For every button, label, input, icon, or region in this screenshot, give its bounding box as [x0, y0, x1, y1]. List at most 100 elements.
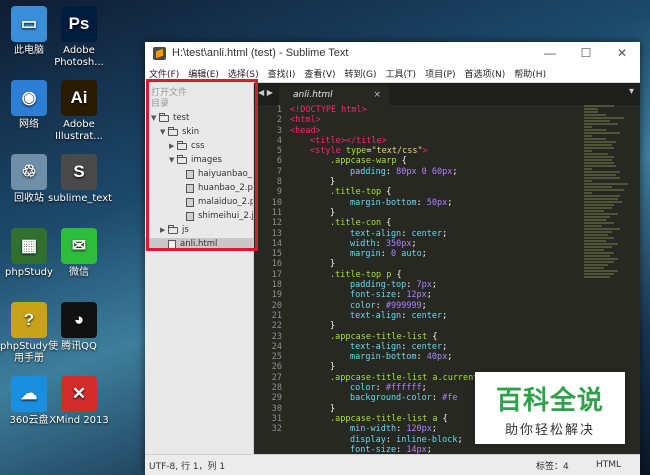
code-token: :	[401, 310, 412, 321]
code-token: :	[406, 280, 417, 291]
status-tab-size[interactable]: 标签：4	[536, 459, 596, 472]
code-token: :	[385, 434, 397, 445]
sidebar-file[interactable]: anli.html	[145, 238, 253, 250]
minimap-line	[584, 255, 610, 257]
folder-icon	[159, 112, 169, 122]
chevron-down-icon[interactable]: ▼	[169, 154, 177, 166]
sidebar-folder[interactable]: ▼ skin	[145, 126, 199, 138]
desktop-icon[interactable]: Ps Adobe Photosh...	[48, 6, 110, 69]
folder-icon	[168, 126, 178, 136]
tree-item-label: haiyuanbao_	[198, 169, 253, 179]
sidebar-folder[interactable]: ▶ css	[145, 140, 205, 152]
chevron-right-icon[interactable]: ▶	[169, 140, 177, 152]
title-bar[interactable]: H:\test\anli.html (test) - Sublime Text …	[145, 42, 640, 64]
app-icon: ?	[11, 302, 47, 338]
menu-item[interactable]: 转到(G)	[345, 67, 377, 80]
desktop-icon[interactable]: ✕ XMind 2013	[48, 376, 110, 427]
line-number: 6	[276, 156, 282, 167]
minimap-line	[584, 240, 606, 242]
minimap-line	[584, 165, 616, 167]
minimap-line	[584, 243, 618, 245]
menu-item[interactable]: 查找(I)	[268, 67, 296, 80]
app-icon: ♲	[11, 154, 47, 190]
menu-item[interactable]: 文件(F)	[149, 67, 179, 80]
minimap-line	[584, 276, 610, 278]
code-token: }	[330, 259, 336, 270]
desktop-icon[interactable]: Ai Adobe Illustrat...	[48, 80, 110, 143]
code-token: #999999	[385, 300, 422, 311]
code-token: ;	[431, 424, 438, 435]
sidebar-folder[interactable]: ▶ js	[145, 224, 189, 236]
code-line: <!DOCTYPE html>	[290, 105, 580, 115]
watermark-subtitle: 助你轻松解决	[504, 423, 595, 438]
maximize-button[interactable]: ☐	[568, 46, 604, 60]
code-token: 350px	[385, 238, 412, 249]
menu-item[interactable]: 项目(P)	[425, 67, 455, 80]
app-icon: ◕	[61, 302, 97, 338]
minimap-line	[584, 252, 614, 254]
menu-item[interactable]: 查看(V)	[304, 67, 335, 80]
menu-item[interactable]: 编辑(E)	[188, 67, 219, 80]
code-token: padding	[350, 166, 386, 177]
chevron-down-icon[interactable]: ▼	[151, 112, 159, 124]
code-token: 120px	[406, 424, 432, 435]
tab-close-icon[interactable]: ×	[373, 85, 381, 105]
tree-item-label: skin	[182, 127, 200, 137]
line-number: 4	[276, 135, 282, 146]
sidebar-file[interactable]: haiyuanbao_	[145, 168, 252, 180]
code-token: {	[396, 156, 407, 167]
desktop-icon[interactable]: ◕ 腾讯QQ	[48, 302, 110, 353]
minimap-line	[584, 147, 614, 149]
line-number: 15	[271, 249, 282, 260]
code-token: #fe	[442, 393, 458, 404]
folder-icon	[177, 154, 187, 164]
tab-menu-icon[interactable]: ▾	[629, 86, 634, 97]
desktop-icon[interactable]: Ssublime_text	[48, 154, 112, 205]
code-line: .title-top p {	[290, 270, 580, 280]
chevron-down-icon[interactable]: ▼	[160, 126, 168, 138]
minimap-line	[584, 195, 620, 197]
tree-item-label: js	[182, 225, 189, 235]
code-line: <html>	[290, 115, 580, 125]
code-line: }	[290, 321, 580, 331]
line-number: 18	[271, 280, 282, 291]
code-token: <html>	[290, 115, 321, 126]
menu-item[interactable]: 首选项(N)	[465, 67, 506, 80]
code-token: }	[330, 362, 336, 373]
close-button[interactable]: ✕	[604, 46, 640, 60]
menu-item[interactable]: 工具(T)	[386, 67, 417, 80]
minimap-line	[584, 267, 604, 269]
code-token: ;	[447, 197, 453, 208]
sidebar-file[interactable]: shimeihui_2.j	[145, 210, 253, 222]
tab-anli-html[interactable]: anli.html ×	[279, 85, 389, 105]
image-file-icon	[186, 183, 194, 193]
minimap-line	[584, 219, 606, 221]
menu-item[interactable]: 帮助(H)	[514, 67, 546, 80]
menu-item[interactable]: 选择(S)	[228, 67, 259, 80]
sidebar-folder[interactable]: ▼ test	[145, 112, 189, 124]
line-number: 13	[271, 228, 282, 239]
minimap[interactable]	[584, 105, 636, 365]
code-token: margin-bottom	[350, 197, 417, 208]
line-number: 26	[271, 362, 282, 373]
minimap-line	[584, 261, 614, 263]
desktop-icon[interactable]: ✉ 微信	[48, 228, 110, 279]
minimap-line	[584, 117, 624, 119]
code-token: padding-top	[350, 280, 407, 291]
code-token: inline-block	[396, 434, 458, 445]
tab-nav-arrows[interactable]: ◀ ▶	[258, 88, 273, 97]
sidebar-file[interactable]: malaiduo_2.p	[145, 196, 253, 208]
minimize-button[interactable]: —	[532, 46, 568, 60]
line-number: 20	[271, 300, 282, 311]
minimap-line	[584, 168, 592, 170]
minimap-line	[584, 189, 624, 191]
code-token: :	[375, 300, 386, 311]
minimap-line	[584, 213, 618, 215]
app-icon: ▭	[11, 6, 47, 42]
sidebar-file[interactable]: huanbao_2.p	[145, 182, 253, 194]
chevron-right-icon[interactable]: ▶	[160, 224, 168, 236]
status-syntax[interactable]: HTML	[596, 460, 640, 470]
minimap-line	[584, 216, 610, 218]
sidebar-folder[interactable]: ▼ images	[145, 154, 222, 166]
minimap-line	[584, 156, 614, 158]
